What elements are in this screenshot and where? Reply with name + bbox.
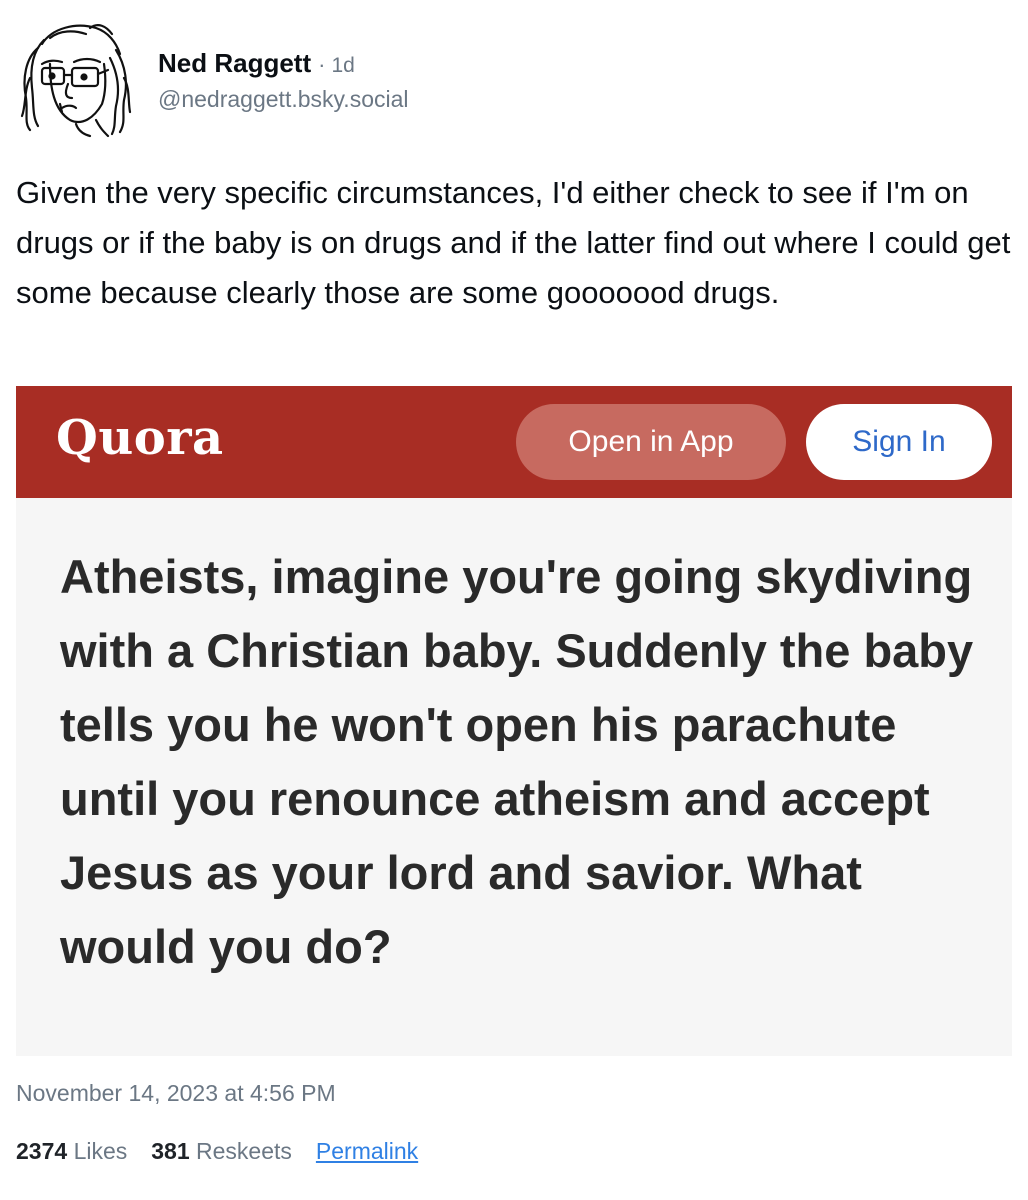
- embedded-image[interactable]: Quora Open in App Sign In Atheists, imag…: [16, 386, 1012, 1056]
- post-time-ago[interactable]: 1d: [331, 54, 354, 78]
- post-card: Ned Raggett · 1d @nedraggett.bsky.social…: [0, 0, 1028, 1200]
- author-display-name[interactable]: Ned Raggett: [158, 48, 311, 79]
- reskeets-stat[interactable]: 381 Reskeets: [151, 1138, 292, 1165]
- author-handle[interactable]: @nedraggett.bsky.social: [158, 86, 409, 113]
- open-in-app-button: Open in App: [516, 404, 786, 480]
- separator-dot: ·: [318, 52, 326, 77]
- sign-in-button: Sign In: [806, 404, 992, 480]
- quora-header-bar: Quora Open in App Sign In: [16, 386, 1012, 498]
- post-stats: 2374 Likes 381 Reskeets Permalink: [16, 1138, 418, 1165]
- permalink-link[interactable]: Permalink: [316, 1138, 418, 1165]
- quora-logo: Quora: [56, 410, 224, 466]
- avatar[interactable]: [16, 18, 134, 138]
- sketch-portrait-icon: [20, 24, 132, 138]
- author-name-line: Ned Raggett · 1d: [158, 48, 409, 82]
- likes-label: Likes: [73, 1138, 128, 1164]
- quora-question-text: Atheists, imagine you're going skydiving…: [60, 550, 974, 973]
- likes-stat[interactable]: 2374 Likes: [16, 1138, 127, 1165]
- likes-count: 2374: [16, 1138, 74, 1164]
- author-block: Ned Raggett · 1d @nedraggett.bsky.social: [158, 48, 409, 113]
- reskeets-count: 381: [151, 1138, 197, 1164]
- post-text: Given the very specific circumstances, I…: [16, 175, 1011, 310]
- reskeets-label: Reskeets: [196, 1138, 292, 1164]
- post-timestamp: November 14, 2023 at 4:56 PM: [16, 1080, 336, 1106]
